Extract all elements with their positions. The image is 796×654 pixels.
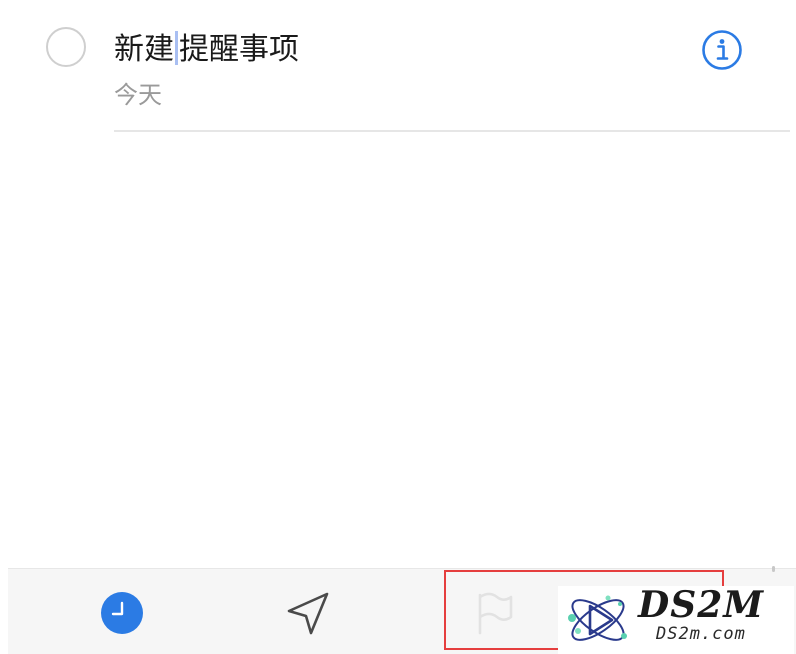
info-button[interactable]	[700, 28, 744, 72]
watermark-domain-text: DS2m.com	[656, 624, 746, 644]
complete-circle-icon[interactable]	[46, 27, 86, 67]
row-divider	[114, 130, 790, 132]
watermark-logo-icon	[568, 595, 627, 641]
reminder-date-label: 今天	[114, 81, 162, 109]
flag-icon	[478, 592, 513, 635]
location-button[interactable]	[284, 569, 332, 654]
reminder-row: 新建 提醒事项 今天	[0, 0, 796, 134]
reminder-title-text-end: 提醒事项	[179, 32, 299, 67]
watermark: DS2M DS2m.com	[558, 586, 794, 654]
scroll-indicator	[772, 566, 775, 572]
date-time-button[interactable]	[100, 569, 144, 654]
reminder-editor-screen: 新建 提醒事项 今天 DS2M DS2m.com	[0, 0, 796, 654]
flag-button[interactable]	[470, 569, 518, 654]
text-cursor	[175, 31, 178, 65]
location-arrow-icon	[287, 592, 329, 635]
reminder-title-field[interactable]: 新建 提醒事项	[114, 31, 299, 68]
info-icon	[702, 30, 742, 70]
clock-icon	[101, 592, 143, 634]
watermark-brand-text: DS2M	[638, 584, 765, 626]
reminder-title-text-start: 新建	[114, 32, 174, 67]
